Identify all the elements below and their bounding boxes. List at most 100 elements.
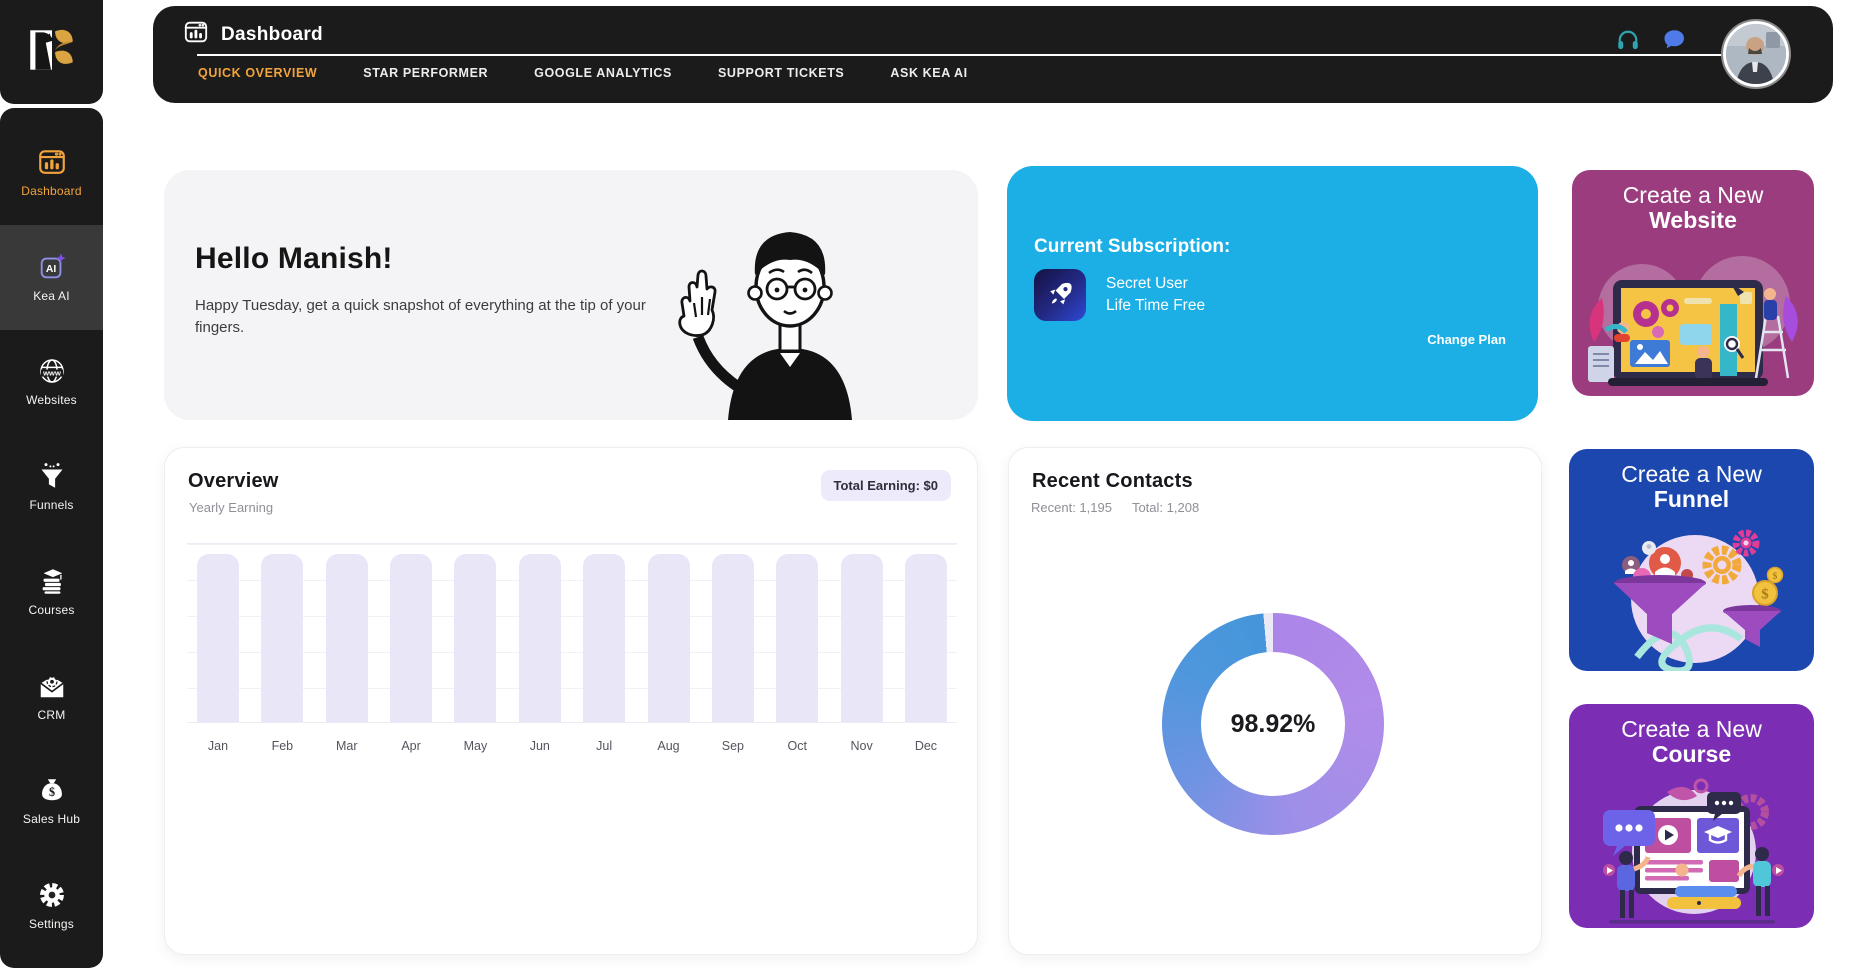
create-funnel-card[interactable]: Create a New Funnel $ $ (1569, 449, 1814, 671)
dashboard-window-icon (183, 19, 209, 50)
sidebar-item-websites[interactable]: www Websites (0, 330, 103, 435)
promo-name: Website (1649, 207, 1737, 234)
bar-sep (712, 554, 754, 722)
overview-subtitle: Yearly Earning (189, 500, 273, 515)
tab-google-analytics[interactable]: GOOGLE ANALYTICS (534, 66, 672, 80)
x-tick: Aug (648, 739, 690, 753)
sidebar-item-courses[interactable]: Courses (0, 539, 103, 644)
sidebar-item-kea-ai[interactable]: AI Kea AI (0, 225, 103, 330)
change-plan-link[interactable]: Change Plan (1427, 332, 1506, 347)
create-website-card[interactable]: Create a New Website (1572, 170, 1814, 396)
bar-nov (841, 554, 883, 722)
overview-card: Overview Yearly Earning Total Earning: $… (164, 447, 978, 955)
sidebar-item-crm[interactable]: CRM (0, 644, 103, 749)
header-divider (197, 54, 1725, 56)
headphones-icon[interactable] (1615, 27, 1641, 53)
x-axis-labels: Jan Feb Mar Apr May Jun Jul Aug Sep Oct … (187, 739, 957, 753)
tab-ask-kea-ai[interactable]: ASK KEA AI (890, 66, 967, 80)
recent-contacts-card: Recent Contacts Recent: 1,195 Total: 1,2… (1008, 447, 1542, 955)
overview-title: Overview (188, 470, 279, 493)
tab-quick-overview[interactable]: QUICK OVERVIEW (198, 66, 317, 80)
promo-prefix: Create a New (1621, 461, 1762, 488)
header-tabs: QUICK OVERVIEW STAR PERFORMER GOOGLE ANA… (198, 66, 968, 80)
sidebar-item-label: Kea AI (33, 289, 70, 303)
course-illustration (1579, 774, 1805, 928)
x-tick: Mar (326, 739, 368, 753)
sidebar-item-settings[interactable]: Settings (0, 853, 103, 958)
contacts-donut-chart: 98.92% (1162, 613, 1384, 835)
user-avatar[interactable] (1723, 21, 1789, 87)
sidebar-nav: Dashboard AI Kea AI (0, 108, 103, 968)
bar-oct (776, 554, 818, 722)
sidebar-item-label: Dashboard (21, 184, 82, 198)
funnel-icon (37, 461, 67, 491)
svg-text:www: www (42, 369, 61, 378)
greeting-card: Hello Manish! Happy Tuesday, get a quick… (164, 170, 978, 420)
globe-www-icon: www (37, 356, 67, 386)
x-tick: Jul (583, 739, 625, 753)
sidebar-item-sales-hub[interactable]: $ Sales Hub (0, 749, 103, 854)
sidebar-item-label: Funnels (29, 498, 73, 512)
subscription-plan-name: Secret User (1106, 273, 1205, 295)
sidebar: Dashboard AI Kea AI (0, 0, 103, 968)
x-tick: Dec (905, 739, 947, 753)
money-bag-icon: $ (37, 775, 67, 805)
x-tick: May (454, 739, 496, 753)
waving-man-illustration (668, 205, 918, 420)
kea-bird-leaf-logo-icon (23, 21, 81, 84)
x-tick: Oct (776, 739, 818, 753)
subscription-plan-type: Life Time Free (1106, 295, 1205, 317)
tab-support-tickets[interactable]: SUPPORT TICKETS (718, 66, 844, 80)
contacts-recent-count: Recent: 1,195 (1031, 500, 1112, 515)
greeting-title: Hello Manish! (195, 242, 393, 276)
dashboard-window-icon (37, 147, 67, 177)
books-graduation-icon (37, 566, 67, 596)
funnel-illustration: $ $ (1579, 519, 1805, 671)
x-tick: Apr (390, 739, 432, 753)
bar-jun (519, 554, 561, 722)
promo-name: Course (1652, 741, 1731, 768)
create-course-card[interactable]: Create a New Course (1569, 704, 1814, 928)
donut-percentage: 98.92% (1231, 710, 1316, 739)
rocket-icon (1034, 269, 1086, 321)
x-tick: Sep (712, 739, 754, 753)
yearly-earning-bar-chart (187, 543, 957, 723)
bar-feb (261, 554, 303, 722)
x-tick: Nov (841, 739, 883, 753)
sidebar-item-label: Sales Hub (23, 812, 80, 826)
x-tick: Jan (197, 739, 239, 753)
bar-jul (583, 554, 625, 722)
bar-jan (197, 554, 239, 722)
promo-name: Funnel (1654, 486, 1729, 513)
subscription-title: Current Subscription: (1034, 236, 1230, 258)
top-bar: Dashboard QUICK OVERVIEW STAR PERFORMER … (153, 6, 1833, 103)
x-tick: Jun (519, 739, 561, 753)
svg-text:$: $ (1761, 587, 1769, 603)
ai-sparkle-icon: AI (37, 252, 67, 282)
total-earning-badge: Total Earning: $0 (821, 470, 952, 501)
svg-text:$: $ (48, 785, 54, 799)
sidebar-item-funnels[interactable]: Funnels (0, 434, 103, 539)
promo-prefix: Create a New (1621, 716, 1762, 743)
sidebar-item-dashboard[interactable]: Dashboard (0, 120, 103, 225)
gear-icon (37, 880, 67, 910)
contacts-title: Recent Contacts (1032, 470, 1193, 493)
promo-prefix: Create a New (1623, 182, 1764, 209)
brand-logo[interactable] (0, 0, 103, 104)
svg-text:$: $ (1772, 571, 1777, 581)
greeting-subtitle: Happy Tuesday, get a quick snapshot of e… (195, 295, 665, 339)
tab-star-performer[interactable]: STAR PERFORMER (363, 66, 488, 80)
bar-aug (648, 554, 690, 722)
bar-may (454, 554, 496, 722)
sidebar-item-label: Settings (29, 917, 74, 931)
bar-apr (390, 554, 432, 722)
bar-dec (905, 554, 947, 722)
x-tick: Feb (261, 739, 303, 753)
subscription-card: Current Subscription: Secret User Life T… (1007, 166, 1538, 421)
chat-icon[interactable] (1661, 27, 1687, 53)
sidebar-item-label: Websites (26, 393, 77, 407)
svg-text:AI: AI (45, 264, 55, 275)
envelope-gear-icon (37, 671, 67, 701)
dashboard-page: Dashboard AI Kea AI (0, 0, 1858, 972)
sidebar-item-label: Courses (28, 603, 74, 617)
